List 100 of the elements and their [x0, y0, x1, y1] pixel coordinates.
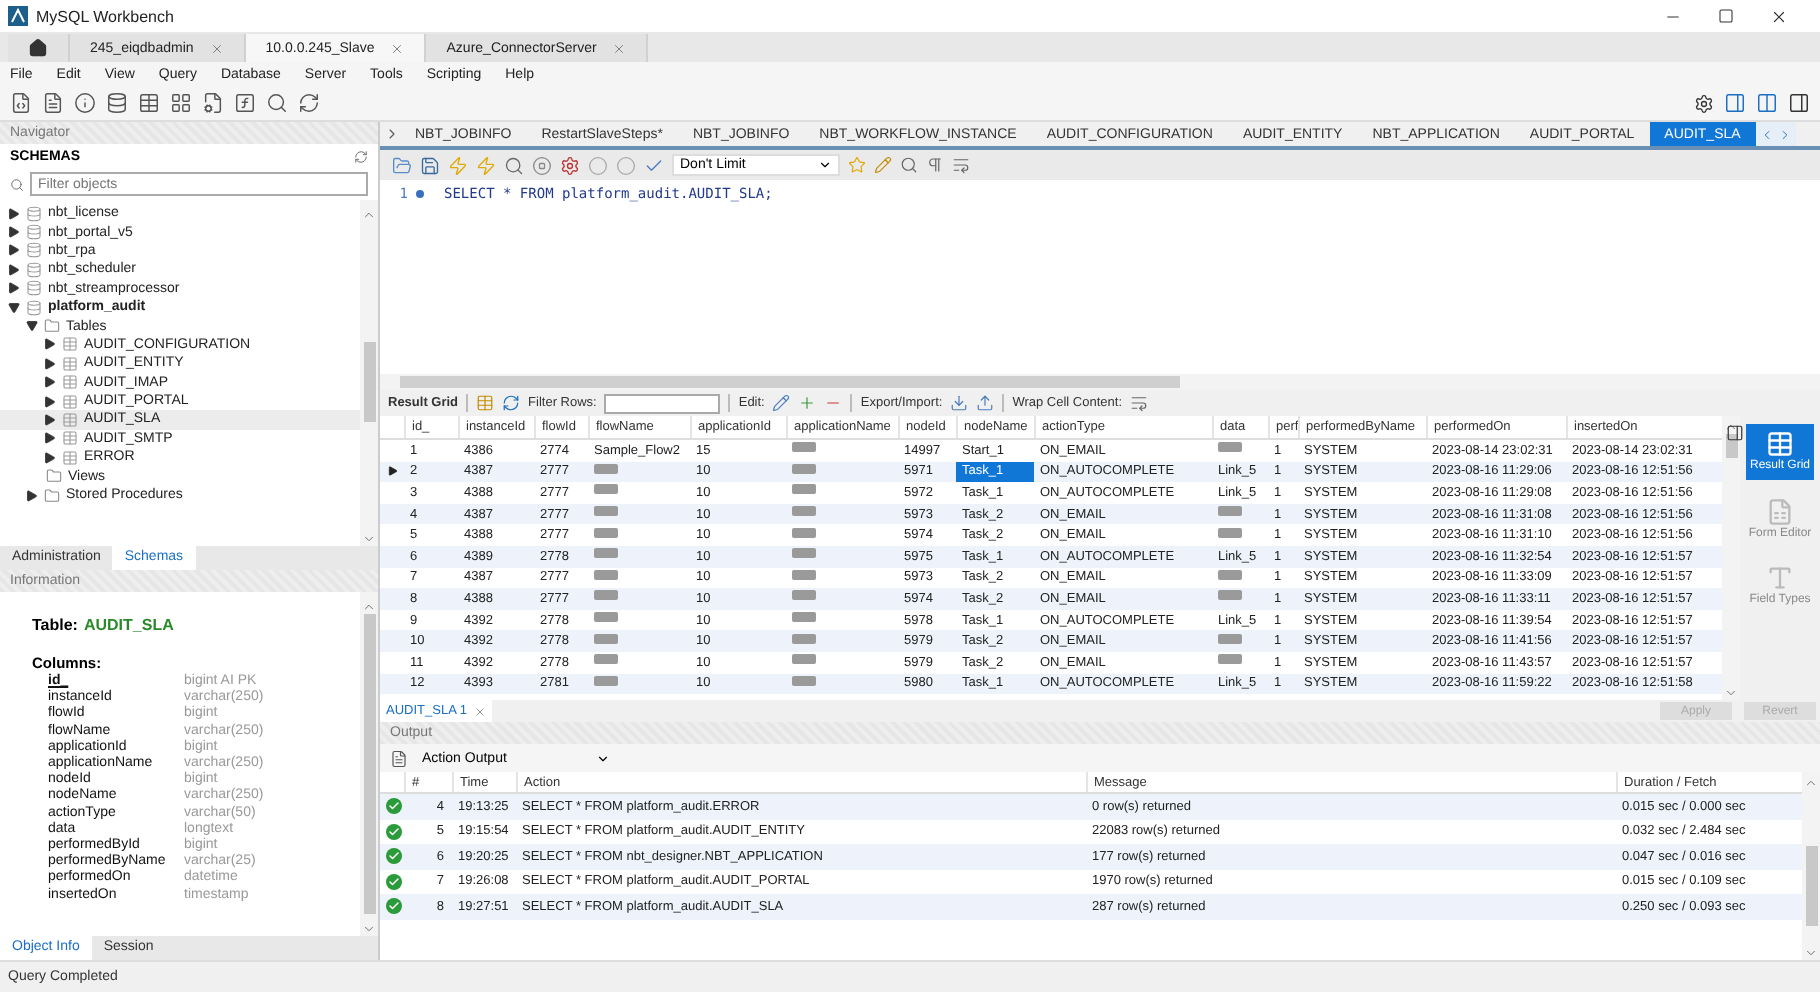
collapsed-arrow-icon[interactable] — [44, 432, 56, 445]
collapsed-arrow-icon[interactable] — [44, 376, 56, 389]
collapsed-arrow-icon[interactable] — [8, 282, 20, 295]
refresh-icon[interactable] — [502, 394, 521, 412]
search-icon[interactable] — [504, 155, 524, 175]
scrollbar-thumb[interactable] — [400, 376, 1180, 388]
import-icon[interactable] — [976, 394, 995, 412]
add-row-icon[interactable] — [798, 394, 817, 412]
pencil-icon[interactable] — [772, 394, 791, 412]
search-icon[interactable] — [10, 177, 24, 191]
null-badge-icon — [792, 633, 816, 644]
collapsed-arrow-icon[interactable] — [44, 338, 56, 351]
grid-icon[interactable] — [170, 92, 192, 114]
null-badge-icon — [792, 590, 816, 601]
null-badge-icon — [1218, 569, 1242, 580]
null-badge-icon — [792, 442, 816, 453]
scroll-down-icon[interactable] — [1804, 946, 1818, 960]
null-badge-icon — [792, 506, 816, 517]
scroll-down-icon[interactable] — [362, 531, 376, 545]
form-icon — [1766, 497, 1794, 526]
scrollbar-thumb[interactable] — [1725, 434, 1737, 458]
null-badge-icon — [792, 612, 816, 623]
refresh-icon[interactable] — [298, 92, 320, 114]
collapsed-arrow-icon[interactable] — [44, 357, 56, 370]
statement-marker-icon — [416, 190, 424, 198]
search-icon[interactable] — [266, 92, 288, 114]
pilcrow-icon[interactable] — [926, 156, 944, 174]
null-badge-icon — [594, 484, 618, 495]
null-badge-icon — [792, 569, 816, 580]
collapsed-arrow-icon[interactable] — [8, 226, 20, 239]
null-badge-icon — [594, 633, 618, 644]
collapsed-arrow-icon[interactable] — [26, 489, 38, 502]
scrollbar-thumb[interactable] — [363, 613, 375, 913]
collapsed-arrow-icon[interactable] — [44, 413, 56, 426]
expanded-arrow-icon[interactable] — [8, 301, 20, 314]
filter-rows-field[interactable] — [604, 393, 721, 413]
home-icon[interactable] — [28, 38, 48, 58]
null-badge-icon — [1218, 590, 1242, 601]
null-badge-icon — [594, 569, 618, 580]
export-icon[interactable] — [950, 394, 969, 412]
sql-file-icon[interactable] — [10, 92, 32, 114]
null-badge-icon — [594, 612, 618, 623]
stop-icon[interactable] — [532, 155, 552, 175]
null-badge-icon — [792, 654, 816, 665]
circle-icon[interactable] — [588, 155, 608, 175]
maximize-icon[interactable] — [1718, 7, 1734, 23]
database-icon[interactable] — [106, 92, 128, 114]
table-icon[interactable] — [138, 92, 160, 114]
collapsed-arrow-icon[interactable] — [8, 263, 20, 276]
wrap-icon[interactable] — [1130, 394, 1148, 412]
null-badge-icon — [1218, 442, 1242, 453]
file-gear-icon[interactable] — [202, 92, 224, 114]
null-badge-icon — [1218, 527, 1242, 538]
scroll-down-icon[interactable] — [1724, 686, 1738, 700]
scrollbar-thumb[interactable] — [1805, 846, 1817, 926]
gear-icon[interactable] — [1694, 93, 1714, 113]
scrollbar-thumb[interactable] — [363, 342, 375, 422]
collapsed-arrow-icon[interactable] — [44, 395, 56, 408]
scroll-up-icon[interactable] — [1724, 420, 1738, 434]
wrap-icon[interactable] — [952, 156, 970, 174]
copy-icon[interactable] — [390, 749, 408, 767]
null-badge-icon — [792, 484, 816, 495]
collapsed-arrow-icon[interactable] — [44, 451, 56, 464]
grid-icon — [1766, 430, 1794, 458]
scroll-down-icon[interactable] — [362, 922, 376, 936]
table-name: AUDIT_SLA — [83, 615, 174, 633]
circle-icon[interactable] — [616, 155, 636, 175]
dropdown-caret-icon — [818, 158, 832, 172]
info-icon[interactable] — [74, 92, 96, 114]
dropdown-caret-icon — [596, 751, 610, 765]
search-icon[interactable] — [900, 156, 918, 174]
star-icon[interactable] — [848, 156, 866, 174]
panel-toggle-icon[interactable] — [1788, 92, 1810, 114]
null-badge-icon — [1218, 654, 1242, 665]
null-badge-icon — [594, 527, 618, 538]
panel-toggle-icon[interactable] — [1724, 92, 1746, 114]
null-badge-icon — [792, 548, 816, 559]
collapsed-arrow-icon[interactable] — [8, 244, 20, 257]
function-icon[interactable] — [234, 92, 256, 114]
null-badge-icon — [594, 548, 618, 559]
check-icon[interactable] — [644, 155, 664, 175]
close-icon[interactable] — [1770, 7, 1788, 25]
null-badge-icon — [594, 506, 618, 517]
current-row-icon[interactable] — [387, 466, 397, 477]
null-badge-icon — [792, 675, 816, 686]
null-badge-icon — [594, 590, 618, 601]
info-label: Table: — [32, 615, 78, 633]
save-icon[interactable] — [420, 155, 440, 175]
panel-toggle-icon[interactable] — [1756, 92, 1778, 114]
collapsed-arrow-icon[interactable] — [8, 207, 20, 220]
null-badge-icon — [1218, 506, 1242, 517]
null-badge-icon — [792, 527, 816, 538]
null-badge-icon — [594, 675, 618, 686]
document-icon[interactable] — [42, 92, 64, 114]
folder-icon[interactable] — [392, 155, 412, 175]
null-badge-icon — [594, 654, 618, 665]
refresh-icon[interactable] — [354, 149, 368, 163]
panel-toggle-icon[interactable] — [1725, 424, 1743, 442]
expanded-arrow-icon[interactable] — [26, 320, 38, 333]
tab-scroll-icon[interactable] — [384, 126, 400, 142]
